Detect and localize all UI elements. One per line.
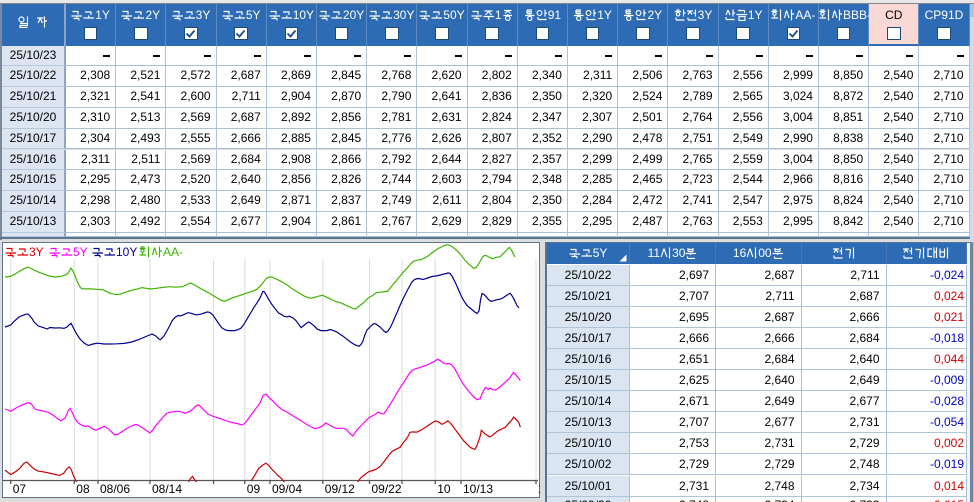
svg-text:08/14: 08/14 [152, 482, 182, 496]
svg-text:10: 10 [437, 482, 451, 496]
svg-text:09/22: 09/22 [372, 482, 402, 496]
svg-text:09/12: 09/12 [325, 482, 355, 496]
svg-text:08/06: 08/06 [100, 482, 130, 496]
svg-text:3Y: 3Y [29, 245, 44, 259]
svg-text:10/13: 10/13 [463, 482, 493, 496]
svg-text:07: 07 [13, 482, 27, 496]
svg-text:09/04: 09/04 [272, 482, 302, 496]
svg-text:10Y: 10Y [116, 245, 137, 259]
svg-text:5Y: 5Y [73, 245, 88, 259]
svg-text:10/23: 10/23 [538, 482, 540, 496]
svg-text:AA-: AA- [163, 245, 183, 259]
svg-text:08: 08 [77, 482, 91, 496]
svg-text:09: 09 [247, 482, 261, 496]
